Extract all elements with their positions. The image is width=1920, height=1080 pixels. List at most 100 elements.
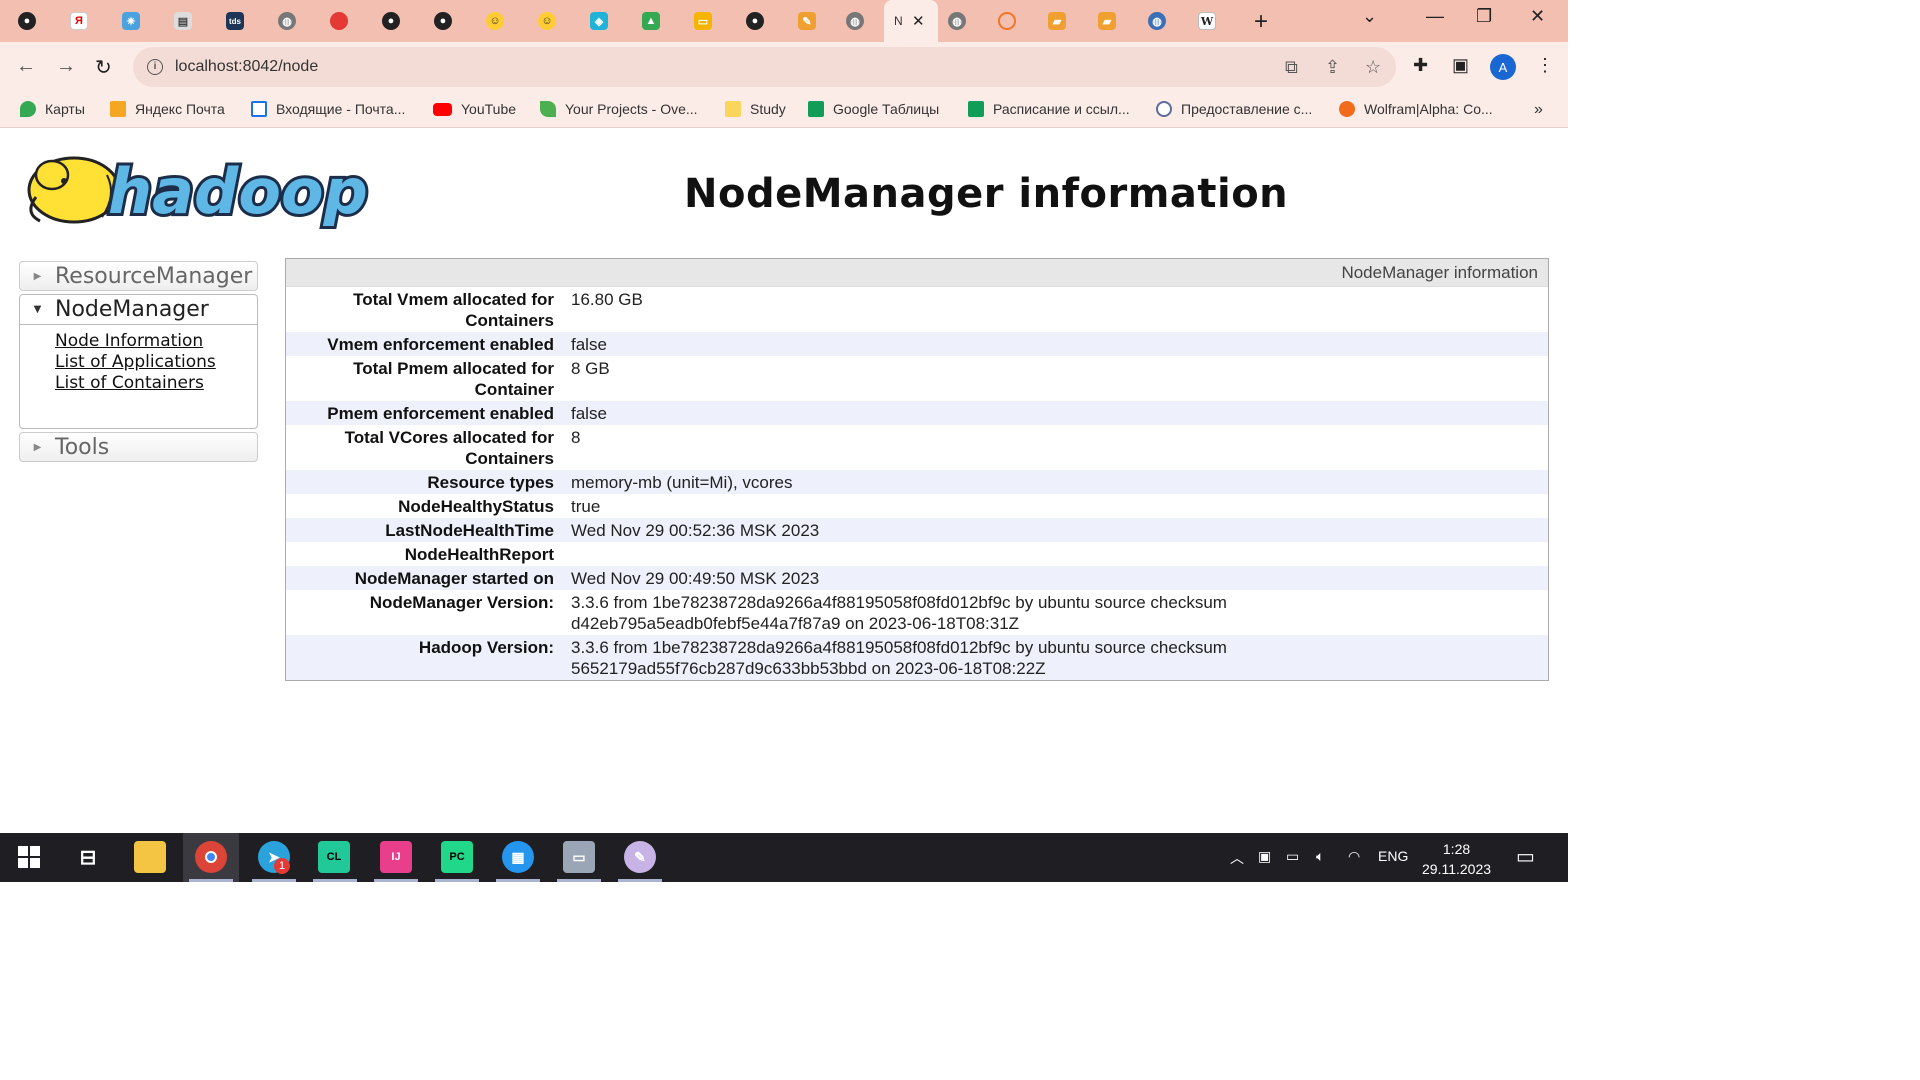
tab-hf-2[interactable]: ☺ [538,6,556,36]
sheets-icon [808,101,824,117]
close-tab-icon[interactable]: ✕ [912,12,925,30]
system-clock[interactable]: 1:28 29.11.2023 [1422,839,1491,879]
info-row: Pmem enforcement enabled false [286,401,1548,425]
tab-globe-3[interactable]: ◍ [948,6,966,36]
clock-date: 29.11.2023 [1422,861,1492,877]
tab-jupyter[interactable] [998,6,1016,36]
tab-nodemanager[interactable]: N ✕ [884,0,938,42]
tab-hf-1[interactable]: ☺ [486,6,504,36]
notifications-icon[interactable]: ▭ [1516,844,1535,869]
side-panel-icon[interactable]: ▣ [1452,55,1469,76]
pycharm-running-indicator [435,879,479,882]
info-filler [1271,542,1548,566]
volume-icon[interactable]: 🔈︎ [1316,848,1324,865]
book-icon: ▰ [1098,12,1116,30]
image-icon: ▤ [174,12,192,30]
bookmark-study[interactable]: Study [725,101,786,117]
tab-wikipedia[interactable]: W [1198,6,1216,36]
tab-drive[interactable]: ▲ [642,6,660,36]
link-list-of-applications[interactable]: List of Applications [55,352,257,373]
paint-icon[interactable]: ✎ [624,841,656,873]
translate-icon[interactable]: ⧉ [1285,57,1298,78]
monitor-app-icon[interactable]: ▭ [563,841,595,873]
tab-orange[interactable]: ✎ [798,6,816,36]
bookmark-services[interactable]: Предоставление с... [1156,101,1312,117]
tab-globe-2[interactable]: ◍ [846,6,864,36]
more-bookmarks-icon[interactable]: » [1534,101,1543,119]
bookmark-wolfram[interactable]: Wolfram|Alpha: Co... [1339,101,1493,117]
link-node-information[interactable]: Node Information [55,331,257,352]
tablet-icon[interactable]: ▣ [1258,848,1271,865]
tab-github-4[interactable]: ● [746,6,764,36]
bookmark-youtube[interactable]: YouTube [433,101,516,117]
bookmark-projects[interactable]: Your Projects - Ove... [540,101,698,117]
url-text[interactable]: localhost:8042/node [175,58,318,76]
bookmark-schedule[interactable]: Расписание и ссыл... [968,101,1130,117]
bookmark-inbox[interactable]: Входящие - Почта... [251,101,405,117]
back-icon[interactable]: ← [16,55,36,78]
nav-resource-manager[interactable]: ▶ ResourceManager [19,261,258,291]
new-tab-button[interactable]: + [1254,8,1268,36]
tab-github[interactable]: ● [18,6,36,36]
close-window-icon[interactable]: ✕ [1530,6,1545,27]
battery-icon[interactable]: ▭ [1286,848,1299,865]
clion-running-indicator [313,879,357,882]
tray-overflow-icon[interactable]: ︿ [1230,848,1244,868]
file-explorer-icon[interactable] [134,841,166,873]
tab-red[interactable] [330,6,348,36]
tab-github-3[interactable]: ● [434,6,452,36]
info-row: LastNodeHealthTime Wed Nov 29 00:52:36 MS… [286,518,1548,542]
reload-icon[interactable]: ↻ [95,55,112,80]
info-icon[interactable]: i [147,59,163,75]
clion-icon[interactable]: CL [318,841,350,873]
nav-node-manager[interactable]: ▼ NodeManager [20,295,257,325]
tab-image[interactable]: ▤ [174,6,192,36]
tab-book-2[interactable]: ▰ [1098,6,1116,36]
forward-icon[interactable]: → [56,55,76,78]
tab-book-1[interactable]: ▰ [1048,6,1066,36]
docker-icon[interactable]: ▦ [502,841,534,873]
share-icon[interactable]: ⇪ [1325,57,1340,78]
intellij-icon[interactable]: IJ [380,841,412,873]
pycharm-icon[interactable]: PC [441,841,473,873]
language-indicator[interactable]: ENG [1378,848,1408,864]
info-key: NodeHealthReport [404,545,554,564]
tab-github-2[interactable]: ● [382,6,400,36]
info-key: NodeHealthyStatus [398,497,554,516]
outlook-icon [251,101,267,117]
tab-yandex[interactable]: Я [70,6,88,36]
paint-running-indicator [618,879,662,882]
bookmark-yandex-mail[interactable]: Яндекс Почта [110,101,225,117]
tab-cube[interactable]: ◈ [590,6,608,36]
profile-avatar[interactable]: A [1490,54,1516,80]
book-icon: ▰ [1048,12,1066,30]
pen-icon: ✎ [798,12,816,30]
windows-start-icon[interactable] [13,841,45,873]
bookmark-star-icon[interactable]: ☆ [1365,57,1381,78]
tab-slides[interactable]: ▭ [694,6,712,36]
bookmark-google-sheets[interactable]: Google Таблицы [808,101,939,117]
tab-search-icon[interactable]: ⌄ [1362,6,1377,27]
svg-text:hadoop: hadoop [108,155,368,228]
chrome-icon[interactable] [195,841,227,873]
tab-globe-4[interactable]: ◍ [1148,6,1166,36]
link-list-of-containers[interactable]: List of Containers [55,373,257,394]
menu-icon[interactable]: ⋮ [1536,55,1554,76]
wikipedia-icon: W [1198,12,1216,30]
info-value: 16.80 GB [571,290,643,309]
info-key: Pmem enforcement enabled [327,404,554,423]
info-filler [1271,590,1548,635]
hadoop-logo[interactable]: hadoop hadoop [22,145,388,235]
globe-icon: ◍ [278,12,296,30]
task-view-icon[interactable]: ⊟ [72,841,104,873]
bookmark-maps[interactable]: Карты [20,101,85,117]
wifi-icon[interactable]: ◠ [1348,848,1360,865]
minimize-icon[interactable]: — [1426,6,1444,27]
nav-tools[interactable]: ▶ Tools [19,432,258,462]
tab-tds[interactable]: tds [226,6,244,36]
tab-globe-1[interactable]: ◍ [278,6,296,36]
restore-icon[interactable]: ❐ [1476,6,1492,27]
address-bar[interactable]: i localhost:8042/node ⧉ ⇪ ☆ [133,47,1396,87]
extensions-icon[interactable]: ✚ [1413,55,1428,76]
tab-colab[interactable]: ✷ [122,6,140,36]
